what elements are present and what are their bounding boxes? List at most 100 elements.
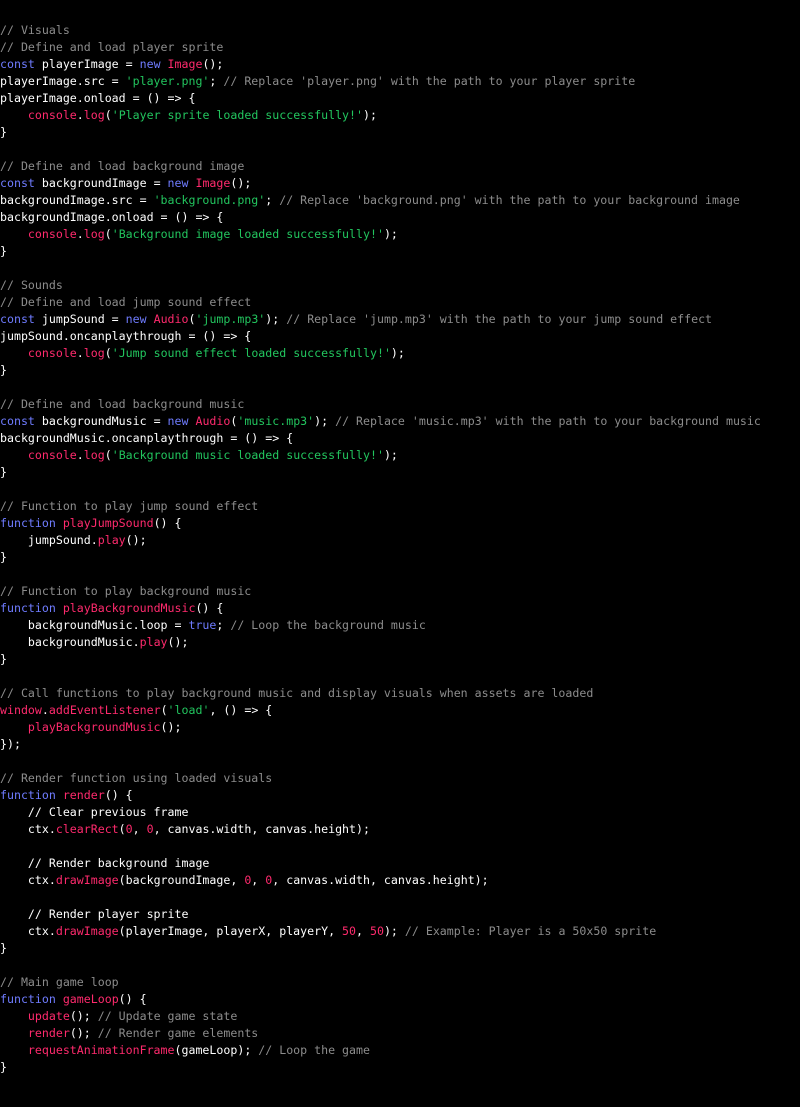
code-token-func: console	[27, 108, 77, 122]
code-token-comment: // Define and load player sprite	[0, 40, 224, 54]
code-token-comment: // Loop the game	[258, 1043, 370, 1057]
code-token-plain: ctx.	[0, 924, 56, 938]
code-token-plain: (backgroundImage,	[118, 873, 245, 887]
code-token-func: addEventListener	[48, 703, 161, 717]
code-token-plain: backgroundMusic.	[0, 635, 140, 649]
code-token-keyword: const	[0, 414, 35, 428]
code-token-comment: // Function to play jump sound effect	[0, 499, 259, 513]
code-token-plain: ,	[132, 822, 147, 836]
code-token-comment: // Update game state	[97, 1009, 238, 1023]
code-token-plain: ,	[356, 924, 370, 938]
code-token-func: play	[139, 635, 168, 649]
code-editor[interactable]: // Visuals // Define and load player spri…	[0, 22, 800, 1107]
code-token-keyword: function	[0, 516, 56, 530]
code-line: jumpSound.play();	[0, 532, 800, 549]
code-token-string: 'background.png'	[153, 193, 266, 207]
code-token-plain: }	[0, 652, 7, 666]
code-token-plain: (	[118, 822, 126, 836]
code-line: window.addEventListener('load', () => {	[0, 702, 800, 719]
code-token-plain: jumpSound.oncanplaythrough = () => {	[0, 329, 252, 343]
code-token-func: drawImage	[55, 873, 119, 887]
code-token-comment: // Visuals	[0, 23, 70, 37]
code-line: }	[0, 243, 800, 260]
code-token-plain: (	[160, 703, 168, 717]
code-token-plain: }	[0, 941, 7, 955]
code-token-comment: // Sounds	[0, 278, 63, 292]
code-token-plain: (playerImage, playerX, playerY,	[118, 924, 343, 938]
code-token-func: log	[83, 346, 105, 360]
code-token-plain: });	[0, 737, 21, 751]
code-token-plain: () {	[195, 601, 224, 615]
code-line: // Define and load background image	[0, 158, 800, 175]
code-token-plain: playerImage.onload = () => {	[0, 91, 196, 105]
code-token-number: 50	[342, 924, 357, 938]
code-line: function playBackgroundMusic() {	[0, 600, 800, 617]
code-token-plain: () {	[104, 788, 133, 802]
code-token-keyword: const	[0, 312, 35, 326]
code-token-string: 'load'	[167, 703, 210, 717]
code-token-keyword: true	[188, 618, 217, 632]
code-line: playBackgroundMusic();	[0, 719, 800, 736]
code-token-plain: , () => {	[209, 703, 273, 717]
code-token-string: 'Jump sound effect loaded successfully!'	[111, 346, 391, 360]
code-line: const backgroundMusic = new Audio('music…	[0, 413, 800, 430]
code-line: const jumpSound = new Audio('jump.mp3');…	[0, 311, 800, 328]
code-token-plain: ;	[265, 193, 280, 207]
code-line: playerImage.onload = () => {	[0, 90, 800, 107]
code-line: backgroundMusic.loop = true; // Loop the…	[0, 617, 800, 634]
code-token-plain: backgroundImage.onload = () => {	[0, 210, 224, 224]
code-token-keyword: function	[0, 992, 56, 1006]
code-token-plain: ();	[69, 1026, 98, 1040]
code-token-func: drawImage	[55, 924, 119, 938]
code-token-func: Audio	[195, 414, 231, 428]
code-token-comment: // Main game loop	[0, 975, 119, 989]
code-line: // Function to play jump sound effect	[0, 498, 800, 515]
code-token-func: log	[83, 227, 105, 241]
code-token-comment: // Define and load background music	[0, 397, 245, 411]
code-token-plain: ();	[125, 533, 147, 547]
code-token-comment: // Replace 'jump.mp3' with the path to y…	[286, 312, 713, 326]
code-token-keyword: new	[139, 57, 161, 71]
code-token-comment: // Render game elements	[97, 1026, 259, 1040]
code-line: }	[0, 1059, 800, 1076]
code-token-plain: .	[76, 346, 84, 360]
code-token-plain: );	[383, 924, 405, 938]
code-line: }	[0, 651, 800, 668]
code-token-func: requestAnimationFrame	[27, 1043, 175, 1057]
code-token-plain: }	[0, 465, 7, 479]
code-token-func: gameLoop	[62, 992, 119, 1006]
code-line: console.log('Player sprite loaded succes…	[0, 107, 800, 124]
code-token-comment: // Replace 'music.mp3' with the path to …	[335, 414, 761, 428]
code-token-plain: , canvas.width, canvas.height);	[272, 873, 489, 887]
code-token-plain: ,	[251, 873, 266, 887]
code-token-plain: jumpSound =	[34, 312, 126, 326]
code-token-plain: );	[314, 414, 336, 428]
code-token-plain: );	[363, 108, 377, 122]
code-token-plain: );	[383, 448, 398, 462]
code-token-func: Audio	[153, 312, 189, 326]
code-line: // Call functions to play background mus…	[0, 685, 800, 702]
code-token-plain: jumpSound.	[0, 533, 98, 547]
code-token-plain: ();	[69, 1009, 98, 1023]
code-token-comment: // Loop the background music	[230, 618, 426, 632]
code-line: jumpSound.oncanplaythrough = () => {	[0, 328, 800, 345]
code-token-func: console	[27, 346, 77, 360]
code-token-plain: playerImage.src =	[0, 74, 126, 88]
code-line: backgroundMusic.play();	[0, 634, 800, 651]
code-token-string: 'Background image loaded successfully!'	[111, 227, 384, 241]
code-token-plain: // Render background image	[0, 856, 210, 870]
